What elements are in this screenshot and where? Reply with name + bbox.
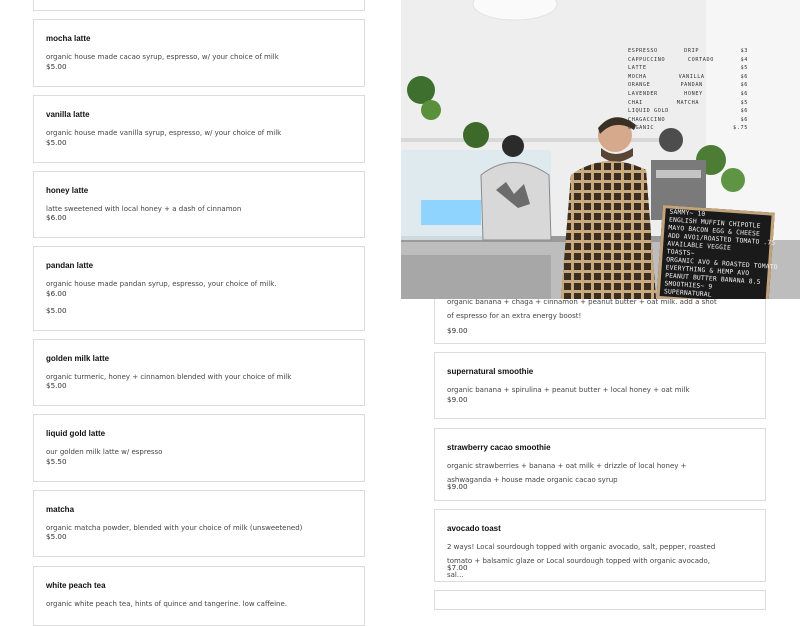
menu-card-honey-latte[interactable]: honey latte latte sweetened with local h…: [33, 171, 365, 238]
menu-item-name: pandan latte: [46, 261, 94, 270]
wall-menu-price: $6: [740, 73, 748, 80]
wall-menu-item: ORGANIC: [628, 125, 655, 132]
menu-card[interactable]: [33, 0, 365, 11]
menu-item-price: $6.00: [46, 213, 67, 222]
menu-card-mocha-latte[interactable]: mocha latte organic house made cacao syr…: [33, 19, 365, 87]
wall-menu-item: CORTADO: [687, 56, 714, 63]
menu-item-price: $9.00: [447, 326, 468, 335]
menu-item-description: organic matcha powder, blended with your…: [46, 524, 303, 532]
menu-item-price: $6.00: [46, 289, 67, 298]
wall-menu-item: CAPPUCCINO: [628, 56, 666, 63]
wall-menu-price: $.75: [733, 125, 748, 132]
menu-item-price: $5.00: [46, 138, 67, 147]
wall-menu-price: $6: [740, 90, 748, 97]
wall-menu-price: $6: [740, 116, 748, 123]
wall-menu-row: LATTE $5: [628, 65, 748, 74]
menu-item-description: organic white peach tea, hints of quince…: [46, 600, 287, 608]
menu-item-description: latte sweetened with local honey + a das…: [46, 205, 242, 213]
menu-item-name: liquid gold latte: [46, 429, 106, 438]
wall-menu-row: MOCHA VANILLA $6: [628, 74, 748, 83]
menu-item-description: organic house made pandan syrup, espress…: [46, 280, 277, 288]
wall-menu-item: CHAGACCINO: [628, 116, 666, 123]
wall-menu-item: PANDAN: [680, 82, 703, 89]
wall-menu-price: $4: [740, 56, 748, 63]
wall-menu-row: ORANGE PANDAN $6: [628, 82, 748, 91]
wall-menu-row: CHAI MATCHA $5: [628, 100, 748, 109]
wall-menu-item: MATCHA: [676, 99, 700, 106]
menu-item-name: matcha: [46, 505, 75, 514]
menu-item-description: organic turmeric, honey + cinnamon blend…: [46, 373, 292, 381]
menu-item-name: white peach tea: [46, 581, 106, 590]
wall-menu-row: ESPRESSO DRIP $3: [628, 48, 748, 57]
menu-item-name: avocado toast: [447, 524, 501, 533]
wall-menu-item: DRIP: [684, 48, 700, 54]
menu-card-liquid-gold-latte[interactable]: liquid gold latte our golden milk latte …: [33, 414, 365, 482]
wall-menu-row: CHAGACCINO $6: [628, 117, 748, 126]
menu-card-avocado-toast[interactable]: avocado toast 2 ways! Local sourdough to…: [434, 509, 766, 582]
wall-menu-price: $6: [740, 82, 748, 89]
menu-card-strawberry-cacao-smoothie[interactable]: strawberry cacao smoothie organic strawb…: [434, 428, 766, 501]
wall-menu-item: CHAI: [628, 99, 643, 106]
wall-menu-item: HONEY: [684, 90, 703, 97]
menu-item-price: $5.50: [46, 457, 67, 466]
wall-menu-row: CAPPUCCINO CORTADO $4: [628, 57, 748, 66]
menu-card-vanilla-latte[interactable]: vanilla latte organic house made vanilla…: [33, 95, 365, 163]
menu-card[interactable]: [434, 590, 766, 610]
wall-menu-price: $5: [740, 65, 748, 72]
menu-item-description: organic house made vanilla syrup, espres…: [46, 129, 282, 137]
menu-item-price: $7.00: [447, 563, 468, 572]
menu-item-description: organic house made cacao syrup, espresso…: [46, 53, 279, 61]
wall-menu-item: ORANGE: [628, 82, 651, 89]
menu-item-name: honey latte: [46, 186, 89, 195]
menu-item-description: organic strawberries + banana + oat milk…: [447, 462, 687, 484]
wall-menu-row: LAVENDER HONEY $6: [628, 91, 748, 100]
wall-menu-price: $3: [740, 48, 748, 54]
menu-item-description: our golden milk latte w/ espresso: [46, 448, 163, 456]
wall-menu-item: [688, 117, 718, 126]
wall-menu-item: VANILLA: [678, 73, 705, 80]
menu-card-white-peach-tea[interactable]: white peach tea organic white peach tea,…: [33, 566, 365, 626]
menu-item-description: 2 ways! Local sourdough topped with orga…: [447, 543, 716, 579]
menu-card-golden-milk-latte[interactable]: golden milk latte organic turmeric, hone…: [33, 339, 365, 406]
menu-item-name: strawberry cacao smoothie: [447, 443, 551, 452]
wall-menu-item: MOCHA: [628, 73, 647, 80]
menu-item-name: mocha latte: [46, 34, 91, 43]
menu-item-description: organic banana + chaga + cinnamon + pean…: [447, 298, 717, 320]
wall-menu-price: $6: [740, 108, 748, 115]
wall-menu-item: [679, 125, 709, 134]
wall-menu-item: LIQUID GOLD: [628, 108, 669, 115]
menu-item-name: supernatural smoothie: [447, 367, 534, 376]
wall-menu-item: ESPRESSO: [628, 48, 658, 54]
menu-item-price: $9.00: [447, 482, 468, 491]
wall-menu-item: [690, 108, 720, 117]
menu-item-price: $5.00: [46, 306, 67, 315]
wall-menu-item: LATTE: [628, 65, 647, 72]
menu-card-pandan-latte[interactable]: pandan latte organic house made pandan s…: [33, 246, 365, 331]
wall-menu-item: LAVENDER: [628, 90, 658, 97]
letter-board-sign: SAMMY~ 10 ENGLISH MUFFIN CHIPOTLE MAYO B…: [656, 205, 778, 299]
menu-item-price: $5.00: [46, 381, 67, 390]
menu-item-price: $9.00: [447, 395, 468, 404]
wall-menu-item: [679, 65, 709, 74]
wall-menu-row: ORGANIC $.75: [628, 125, 748, 134]
wall-menu-row: LIQUID GOLD $6: [628, 108, 748, 117]
menu-card-supernatural-smoothie[interactable]: supernatural smoothie organic banana + s…: [434, 352, 766, 419]
wall-menu-price: $5: [740, 99, 748, 106]
cafe-photo: ESPRESSO DRIP $3 CAPPUCCINO CORTADO $4 LATTE…: [401, 0, 800, 299]
menu-item-name: vanilla latte: [46, 110, 90, 119]
menu-card-matcha[interactable]: matcha organic matcha powder, blended wi…: [33, 490, 365, 557]
menu-item-price: $5.00: [46, 62, 67, 71]
wall-menu-board: ESPRESSO DRIP $3 CAPPUCCINO CORTADO $4 LATTE…: [628, 48, 748, 134]
menu-item-description: organic banana + spirulina + peanut butt…: [447, 386, 690, 394]
menu-item-name: golden milk latte: [46, 354, 110, 363]
menu-item-price: $5.00: [46, 532, 67, 541]
